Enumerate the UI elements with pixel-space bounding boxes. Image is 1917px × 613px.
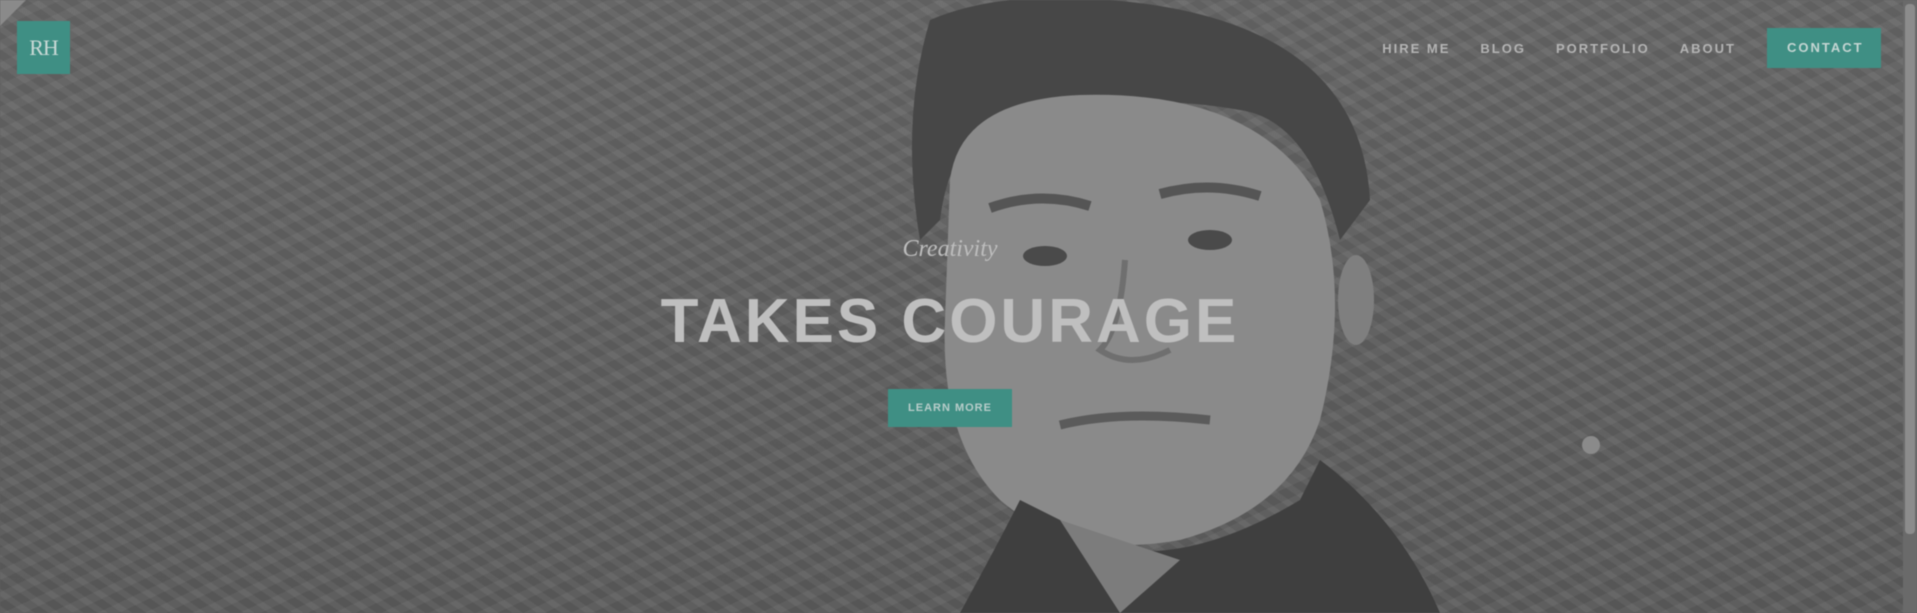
nav-item-portfolio[interactable]: PORTFOLIO [1556, 41, 1650, 56]
hero-section: RH HIRE ME BLOG PORTFOLIO ABOUT CONTACT … [0, 0, 1917, 613]
nav-item-blog[interactable]: BLOG [1480, 41, 1526, 56]
nav-item-hire-me[interactable]: HIRE ME [1382, 41, 1450, 56]
page-scrollbar[interactable] [1903, 0, 1917, 613]
hero-tagline: Creativity [902, 236, 998, 262]
main-nav: HIRE ME BLOG PORTFOLIO ABOUT CONTACT [1382, 28, 1881, 68]
nav-item-about[interactable]: ABOUT [1680, 41, 1736, 56]
hero-headline: TAKES COURAGE [660, 287, 1240, 356]
site-logo[interactable]: RH [17, 21, 70, 74]
contact-button[interactable]: CONTACT [1767, 28, 1881, 68]
learn-more-button[interactable]: LEARN MORE [888, 389, 1012, 427]
scrollbar-thumb[interactable] [1905, 4, 1915, 534]
circle-dot-icon[interactable] [1582, 436, 1600, 454]
